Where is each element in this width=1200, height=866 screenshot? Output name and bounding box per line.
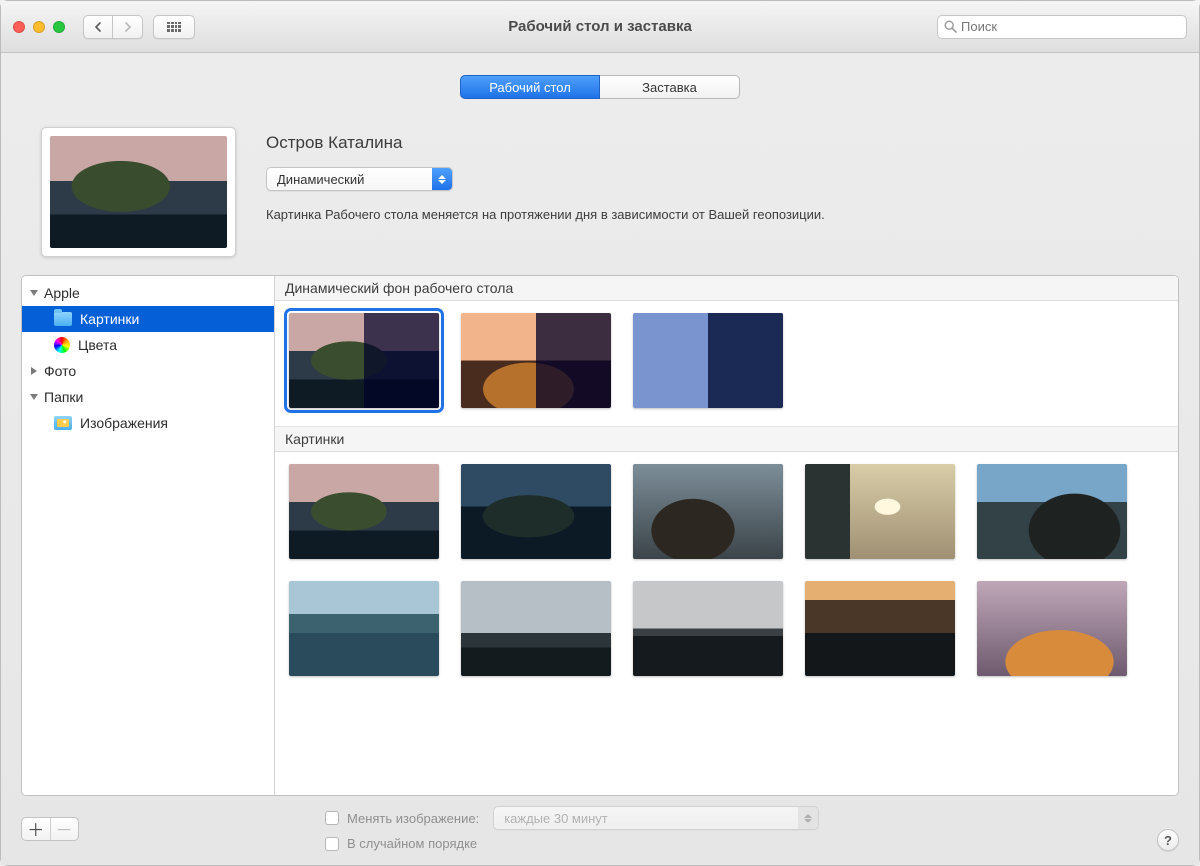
window-controls bbox=[13, 21, 65, 33]
forward-button[interactable] bbox=[113, 15, 143, 39]
thumbnail-gallery[interactable]: Динамический фон рабочего стола Картинки bbox=[275, 276, 1178, 795]
add-folder-button[interactable]: ＋ bbox=[22, 818, 51, 840]
section-header-pictures: Картинки bbox=[275, 426, 1178, 452]
grid-icon bbox=[167, 22, 181, 32]
appearance-mode-select[interactable]: Динамический bbox=[266, 167, 453, 191]
current-wallpaper-preview bbox=[41, 127, 236, 257]
sidebar-label: Изображения bbox=[80, 415, 168, 431]
wallpaper-thumb[interactable] bbox=[805, 581, 955, 676]
sidebar-group-folders[interactable]: Папки bbox=[22, 384, 274, 410]
sidebar-item-images-folder[interactable]: Изображения bbox=[22, 410, 274, 436]
disclosure-triangle-icon bbox=[30, 394, 38, 400]
random-order-checkbox[interactable] bbox=[325, 837, 339, 851]
chevron-left-icon bbox=[93, 22, 103, 32]
wallpaper-thumb[interactable] bbox=[977, 581, 1127, 676]
disclosure-triangle-icon bbox=[31, 367, 37, 375]
wallpaper-thumb[interactable] bbox=[805, 464, 955, 559]
section-header-dynamic: Динамический фон рабочего стола bbox=[275, 276, 1178, 301]
wallpaper-thumb[interactable] bbox=[633, 313, 783, 408]
back-button[interactable] bbox=[83, 15, 113, 39]
appearance-mode-value: Динамический bbox=[267, 172, 432, 187]
wallpaper-name: Остров Каталина bbox=[266, 133, 1179, 153]
sidebar-item-colors[interactable]: Цвета bbox=[22, 332, 274, 358]
wallpaper-thumb[interactable] bbox=[461, 581, 611, 676]
change-options: Менять изображение: каждые 30 минут В сл… bbox=[325, 806, 819, 851]
pictures-thumbs bbox=[275, 452, 1178, 694]
source-sidebar[interactable]: Apple Картинки Цвета Фото Папки bbox=[22, 276, 275, 795]
sidebar-label: Apple bbox=[44, 285, 80, 301]
wallpaper-browser: Apple Картинки Цвета Фото Папки bbox=[21, 275, 1179, 796]
change-interval-value: каждые 30 минут bbox=[494, 811, 798, 826]
folder-icon bbox=[54, 312, 72, 326]
wallpaper-thumb[interactable] bbox=[633, 464, 783, 559]
wallpaper-thumb[interactable] bbox=[461, 313, 611, 408]
wallpaper-thumb[interactable] bbox=[289, 581, 439, 676]
wallpaper-meta: Остров Каталина Динамический Картинка Ра… bbox=[266, 127, 1179, 222]
dynamic-thumbs bbox=[275, 301, 1178, 426]
wallpaper-image bbox=[50, 136, 227, 248]
change-picture-label: Менять изображение: bbox=[347, 811, 479, 826]
stepper-icon bbox=[432, 168, 452, 190]
search-icon bbox=[944, 20, 957, 33]
wallpaper-description: Картинка Рабочего стола меняется на прот… bbox=[266, 207, 1179, 222]
sidebar-label: Цвета bbox=[78, 337, 117, 353]
bottom-bar: ＋ － Менять изображение: каждые 30 минут bbox=[21, 806, 1179, 851]
change-picture-row: Менять изображение: каждые 30 минут bbox=[325, 806, 819, 830]
minimize-window-button[interactable] bbox=[33, 21, 45, 33]
search-input[interactable] bbox=[961, 19, 1180, 34]
wallpaper-thumb[interactable] bbox=[977, 464, 1127, 559]
prefs-window: Рабочий стол и заставка Рабочий стол Зас… bbox=[0, 0, 1200, 866]
wallpaper-thumb[interactable] bbox=[289, 464, 439, 559]
search-field[interactable] bbox=[937, 15, 1187, 39]
tab-screensaver[interactable]: Заставка bbox=[600, 75, 740, 99]
random-order-label: В случайном порядке bbox=[347, 836, 477, 851]
tab-bar: Рабочий стол Заставка bbox=[21, 75, 1179, 99]
show-all-button[interactable] bbox=[153, 15, 195, 39]
current-wallpaper-row: Остров Каталина Динамический Картинка Ра… bbox=[41, 127, 1179, 257]
chevron-right-icon bbox=[123, 22, 133, 32]
question-mark-icon: ? bbox=[1164, 833, 1172, 848]
remove-folder-button[interactable]: － bbox=[51, 818, 79, 840]
toolbar: Рабочий стол и заставка bbox=[1, 1, 1199, 53]
sidebar-item-desktop-pictures[interactable]: Картинки bbox=[22, 306, 274, 332]
wallpaper-thumb[interactable] bbox=[289, 313, 439, 408]
random-order-row: В случайном порядке bbox=[325, 836, 819, 851]
folder-icon bbox=[54, 416, 72, 430]
tab-desktop[interactable]: Рабочий стол bbox=[460, 75, 600, 99]
add-remove-folder: ＋ － bbox=[21, 817, 79, 841]
nav-buttons bbox=[83, 15, 143, 39]
change-picture-checkbox[interactable] bbox=[325, 811, 339, 825]
disclosure-triangle-icon bbox=[30, 290, 38, 296]
sidebar-group-apple[interactable]: Apple bbox=[22, 280, 274, 306]
close-window-button[interactable] bbox=[13, 21, 25, 33]
zoom-window-button[interactable] bbox=[53, 21, 65, 33]
wallpaper-thumb[interactable] bbox=[633, 581, 783, 676]
sidebar-label: Картинки bbox=[80, 311, 139, 327]
sidebar-group-photos[interactable]: Фото bbox=[22, 358, 274, 384]
stepper-icon bbox=[798, 807, 818, 829]
color-wheel-icon bbox=[54, 337, 70, 353]
content-area: Рабочий стол Заставка Остров Каталина Ди… bbox=[1, 53, 1199, 865]
wallpaper-thumb[interactable] bbox=[461, 464, 611, 559]
sidebar-label: Папки bbox=[44, 389, 83, 405]
help-button[interactable]: ? bbox=[1157, 829, 1179, 851]
sidebar-label: Фото bbox=[44, 363, 76, 379]
change-interval-select[interactable]: каждые 30 минут bbox=[493, 806, 819, 830]
